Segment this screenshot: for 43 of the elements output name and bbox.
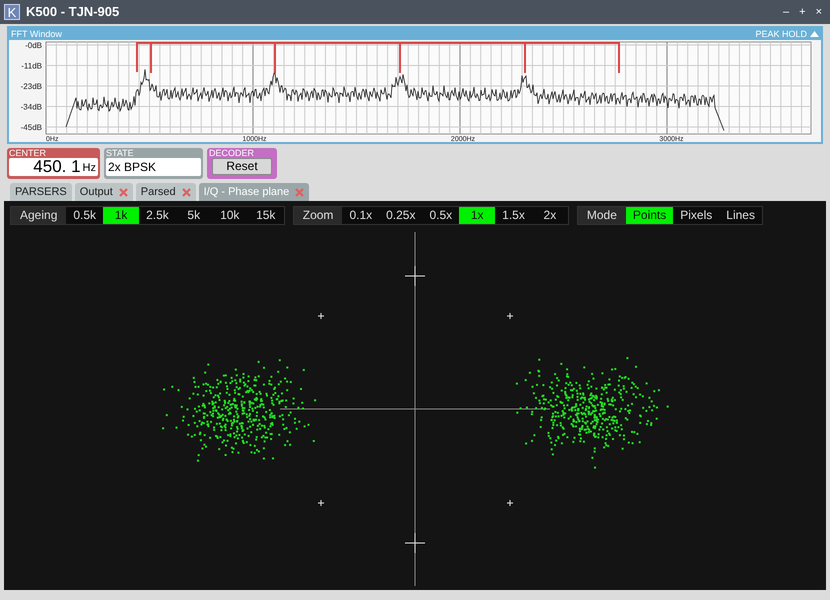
toolbar-option[interactable]: 2x [532, 207, 568, 224]
close-icon[interactable] [118, 188, 128, 196]
tab[interactable]: Parsed [136, 183, 196, 201]
minimize-button[interactable]: – [783, 6, 790, 18]
panel-label: DECODER [209, 148, 256, 158]
panel-label: STATE [106, 148, 135, 158]
reset-button[interactable]: Reset [212, 158, 272, 175]
toolbar-option[interactable]: 1.5x [495, 207, 532, 224]
toolbar-option[interactable]: Pixels [673, 207, 720, 224]
window-title: K500 - TJN-905 [26, 3, 120, 22]
toolbar-option[interactable]: 2.5k [139, 207, 176, 224]
tab[interactable]: Output [74, 183, 133, 201]
maximize-button[interactable]: + [799, 6, 806, 18]
axis-label: -11dB [21, 62, 42, 70]
toolbar-option[interactable]: 0.25x [379, 207, 422, 224]
axis-label: -34dB [20, 102, 42, 112]
axis-label: -0dB [25, 41, 42, 50]
close-button[interactable]: × [816, 6, 822, 18]
toolbar-label: Mode [578, 207, 626, 224]
axis-label: -45dB [20, 123, 42, 132]
toolbar-label: Zoom [294, 207, 342, 224]
close-icon[interactable] [295, 188, 304, 196]
toolbar-option[interactable]: Points [626, 207, 674, 224]
toolbar-option[interactable]: 15k [248, 207, 284, 224]
toolbar-label: Ageing [11, 207, 66, 224]
close-icon[interactable] [182, 188, 191, 196]
unit-label: Hz [82, 161, 96, 176]
frequency-value: 450. 1 [33, 158, 81, 176]
tab[interactable]: PARSERS [10, 183, 72, 201]
panel-title: FFT Window [11, 28, 62, 40]
triangle-up-icon [810, 31, 819, 37]
toolbar-option[interactable]: 1x [459, 207, 496, 224]
state-value: 2x BPSK [106, 158, 201, 176]
app-logo-icon: K [4, 4, 20, 20]
toolbar-option[interactable]: 0.1x [342, 207, 380, 224]
toolbar-option[interactable]: 10k [212, 207, 248, 224]
panel-label: CENTER [9, 148, 48, 158]
toolbar-option[interactable]: 0.5x [422, 207, 460, 224]
axis-label: -23dB [20, 82, 42, 91]
toolbar-option[interactable]: 5k [176, 207, 212, 224]
toolbar-option[interactable]: Lines [719, 207, 762, 224]
toolbar-option[interactable]: 0.5k [66, 207, 104, 224]
toolbar-option[interactable]: 1k [103, 207, 140, 224]
